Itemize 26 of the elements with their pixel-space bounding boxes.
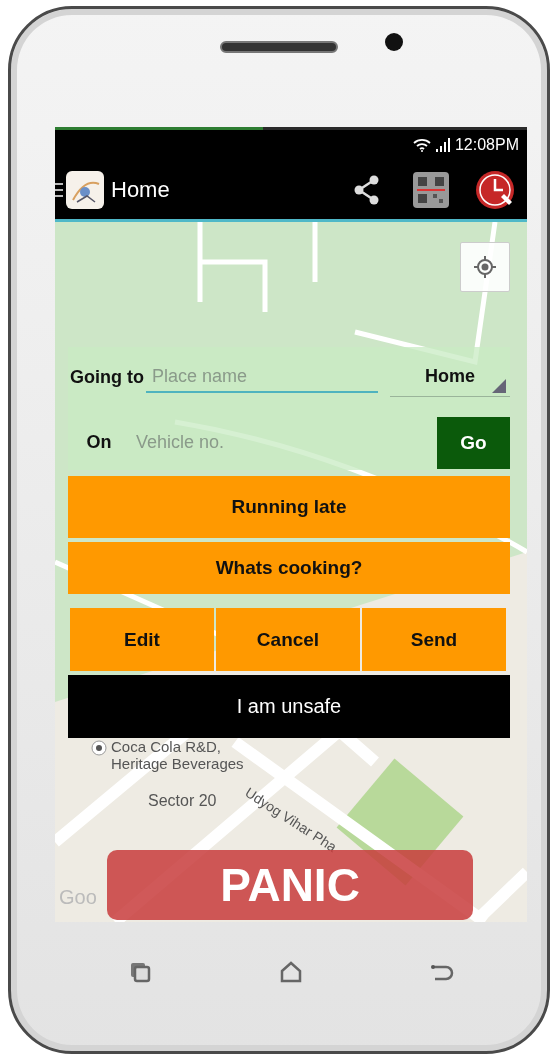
place-pin-icon	[91, 740, 107, 756]
home-icon[interactable]	[278, 959, 304, 985]
place-label: Coca Cola R&D, Heritage Beverages	[111, 738, 244, 773]
saved-place-dropdown[interactable]: Home	[390, 357, 510, 397]
place-name-field[interactable]: Place name	[146, 361, 378, 393]
message-action-button[interactable]: Edit	[70, 608, 214, 671]
signal-icon	[434, 138, 451, 152]
quick-message-button[interactable]: Running late	[68, 476, 510, 538]
crosshair-icon	[473, 255, 497, 279]
vehicle-number-field[interactable]: Vehicle no.	[130, 428, 342, 457]
on-label: On	[85, 431, 113, 454]
status-time: 12:08PM	[454, 136, 519, 154]
caret-icon	[492, 378, 506, 393]
panic-button[interactable]: PANIC	[107, 850, 473, 920]
quick-message-button[interactable]: Whats cooking?	[68, 542, 510, 594]
go-button[interactable]: Go	[437, 416, 510, 469]
message-action-button[interactable]: Cancel	[216, 608, 360, 671]
unsafe-button[interactable]: I am unsafe	[68, 675, 510, 738]
wifi-icon	[412, 138, 431, 152]
going-to-label: Going to	[69, 365, 145, 389]
camera-lens	[385, 33, 403, 51]
message-action-button[interactable]: Send	[362, 608, 506, 671]
area-label: Sector 20	[148, 792, 217, 811]
my-location-button[interactable]	[460, 242, 510, 292]
app-logo-icon[interactable]	[65, 169, 105, 210]
screen-title: Home	[111, 176, 171, 203]
